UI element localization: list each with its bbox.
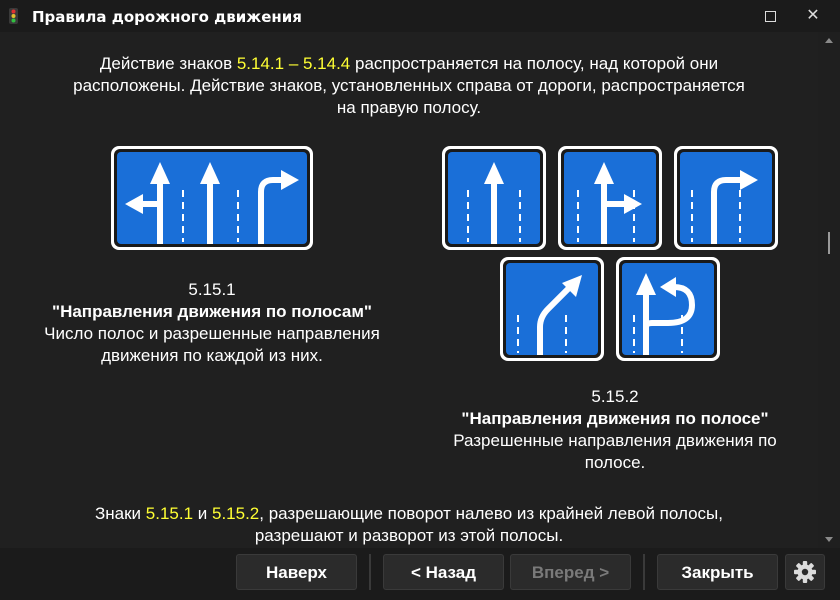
sign-5-15-1-image	[111, 146, 313, 250]
sign-5-15-2-name: "Направления движения по полосе"	[461, 409, 769, 428]
top-button[interactable]: Наверх	[236, 554, 357, 590]
close-window-button[interactable]: ✕	[803, 6, 823, 26]
settings-button[interactable]	[785, 554, 825, 590]
window-title: Правила дорожного движения	[32, 8, 302, 26]
toolbar-separator	[369, 554, 371, 590]
intro-paragraph: Действие знаков 5.14.1 – 5.14.4 распрост…	[0, 53, 818, 119]
content-area: Действие знаков 5.14.1 – 5.14.4 распрост…	[0, 32, 818, 548]
forward-button[interactable]: Вперед >	[510, 554, 631, 590]
back-button[interactable]: < Назад	[383, 554, 504, 590]
sign-5-15-2-right-oblique-image	[500, 257, 604, 361]
sign-5-15-1-desc-2: движения по каждой из них.	[101, 346, 323, 365]
sign-5-15-2-desc-1: Разрешенные направления движения по	[453, 431, 777, 450]
maximize-button[interactable]	[760, 6, 780, 26]
scrollbar-thumb[interactable]	[828, 232, 830, 254]
scroll-down-arrow-icon[interactable]	[825, 537, 833, 542]
sign-5-15-2-straight-right-image	[558, 146, 662, 250]
sign-5-15-2-caption: 5.15.2 "Направления движения по полосе" …	[420, 386, 810, 474]
sign-5-15-2-link: 5.15.2	[212, 504, 260, 523]
outro-line-2: разрешают и разворот из этой полосы.	[254, 526, 564, 545]
vertical-scrollbar[interactable]	[818, 32, 840, 548]
scroll-up-arrow-icon[interactable]	[825, 38, 833, 43]
outro-line-1: Знаки 5.15.1 и 5.15.2, разрешающие повор…	[95, 504, 723, 523]
sign-5-15-2-right-image	[674, 146, 778, 250]
maximize-icon	[764, 11, 776, 22]
bottom-toolbar: Наверх < Назад Вперед > Закрыть	[0, 548, 840, 600]
intro-line-1: Действие знаков 5.14.1 – 5.14.4 распрост…	[99, 54, 719, 73]
sign-5-15-1-name: "Направления движения по полосам"	[52, 302, 372, 321]
sign-5-15-1-caption: 5.15.1 "Направления движения по полосам"…	[16, 279, 408, 367]
sign-5-15-1-number: 5.15.1	[188, 280, 236, 299]
gear-icon	[794, 561, 816, 583]
sign-5-15-2-number: 5.15.2	[591, 387, 639, 406]
toolbar-separator	[643, 554, 645, 590]
title-bar: Правила дорожного движения ✕	[0, 0, 840, 32]
traffic-light-icon	[9, 8, 18, 24]
sign-5-15-2-straight-image	[442, 146, 546, 250]
sign-5-15-1-desc-1: Число полос и разрешенные направления	[44, 324, 380, 343]
close-icon: ✕	[806, 7, 820, 24]
outro-paragraph: Знаки 5.15.1 и 5.15.2, разрешающие повор…	[0, 503, 818, 547]
intro-line-2: расположены. Действие знаков, установлен…	[73, 76, 745, 95]
close-button[interactable]: Закрыть	[657, 554, 778, 590]
intro-line-3: на правую полосу.	[336, 98, 482, 117]
sign-5-15-2-desc-2: полосе.	[584, 453, 646, 472]
sign-5-15-2-straight-uturn-image	[616, 257, 720, 361]
sign-range-link: 5.14.1 – 5.14.4	[236, 54, 351, 73]
sign-5-15-1-link: 5.15.1	[145, 504, 194, 523]
